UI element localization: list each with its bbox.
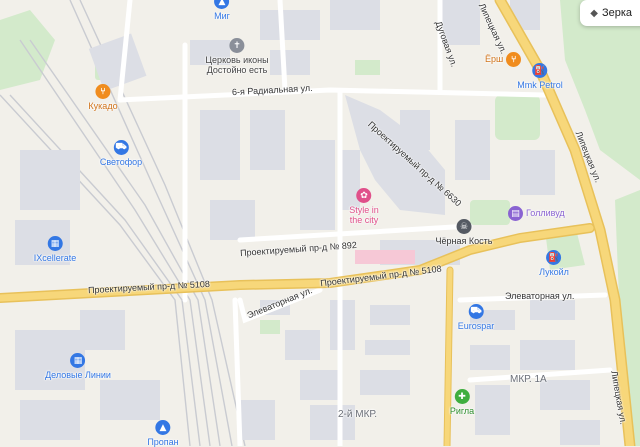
- fuel-icon: ⛽: [532, 63, 548, 78]
- poi-kukado[interactable]: ⑂ Кукадо: [88, 84, 118, 111]
- poi-label: Церковь иконы Достойно есть: [205, 55, 269, 76]
- district-label-mkr-1a: МКР. 1А: [510, 374, 547, 385]
- poi-ixcellerate[interactable]: ▦ IXcellerate: [33, 236, 77, 263]
- cinema-icon: ▤: [508, 206, 523, 221]
- flower-icon: ✿: [356, 188, 372, 203]
- cutlery-icon: ⑂: [95, 84, 111, 99]
- poi-label: Ёрш: [485, 54, 504, 65]
- mirror-button[interactable]: ◆ Зерка: [580, 0, 640, 26]
- poi-label: Лукойл: [539, 267, 569, 277]
- poi-label: Светофор: [99, 157, 143, 167]
- poi-rigla[interactable]: ✚ Ригла: [450, 389, 474, 416]
- poi-label: Чёрная Кость: [435, 236, 493, 246]
- poi-delovye-linii[interactable]: ▦ Деловые Линии: [45, 353, 111, 380]
- poi-church[interactable]: ✝ Церковь иконы Достойно есть: [205, 38, 269, 76]
- building-icon: ▦: [70, 353, 86, 368]
- building-icon: ▦: [47, 236, 63, 251]
- district-label-mkr-2: 2-й МКР.: [338, 409, 377, 420]
- skull-icon: ☠: [456, 219, 472, 234]
- poi-svetofor[interactable]: ⛟ Светофор: [100, 140, 142, 167]
- mirror-button-label: Зерка: [601, 7, 632, 19]
- poi-label: Mmk Petrol: [517, 80, 563, 90]
- poi-label: Деловые Линии: [45, 370, 111, 380]
- fuel-icon: ⛽: [546, 250, 562, 265]
- poi-label: Голливуд: [526, 208, 565, 219]
- highlighted-lot: [355, 250, 415, 264]
- poi-eurospar[interactable]: ⛟ Eurospar: [457, 304, 495, 331]
- poi-label: Миг: [214, 11, 230, 21]
- street-label-elevatornaya-right: Элеваторная ул.: [505, 291, 575, 301]
- poi-propan[interactable]: ▲ Пропан: [147, 420, 179, 447]
- poi-gollivud[interactable]: ▤ Голливуд: [508, 206, 565, 221]
- poi-chernaya-kost[interactable]: ☠ Чёрная Кость: [435, 219, 493, 246]
- poi-lukoil[interactable]: ⛽ Лукойл: [539, 250, 569, 277]
- poi-label: Кукадо: [88, 101, 118, 111]
- poi-label: Ригла: [449, 406, 475, 416]
- cart-icon: ⛟: [468, 304, 484, 319]
- cart-icon: ⛟: [113, 140, 129, 155]
- layers-icon: ◆: [590, 7, 598, 19]
- shopping-bag-icon: ▲: [155, 420, 171, 435]
- poi-label: Style in the city: [349, 205, 379, 226]
- poi-mig[interactable]: ▲ Миг: [214, 0, 230, 21]
- poi-label: IXcellerate: [33, 253, 77, 263]
- poi-style-in-the-city[interactable]: ✿ Style in the city: [349, 188, 379, 226]
- shopping-bag-icon: ▲: [214, 0, 230, 9]
- poi-mmk-petrol[interactable]: ⛽ Mmk Petrol: [517, 63, 563, 90]
- cross-icon: ✝: [229, 38, 245, 53]
- poi-label: Eurospar: [457, 321, 495, 331]
- poi-yorsh[interactable]: Ёрш ⑂: [485, 52, 522, 67]
- pharmacy-icon: ✚: [454, 389, 470, 404]
